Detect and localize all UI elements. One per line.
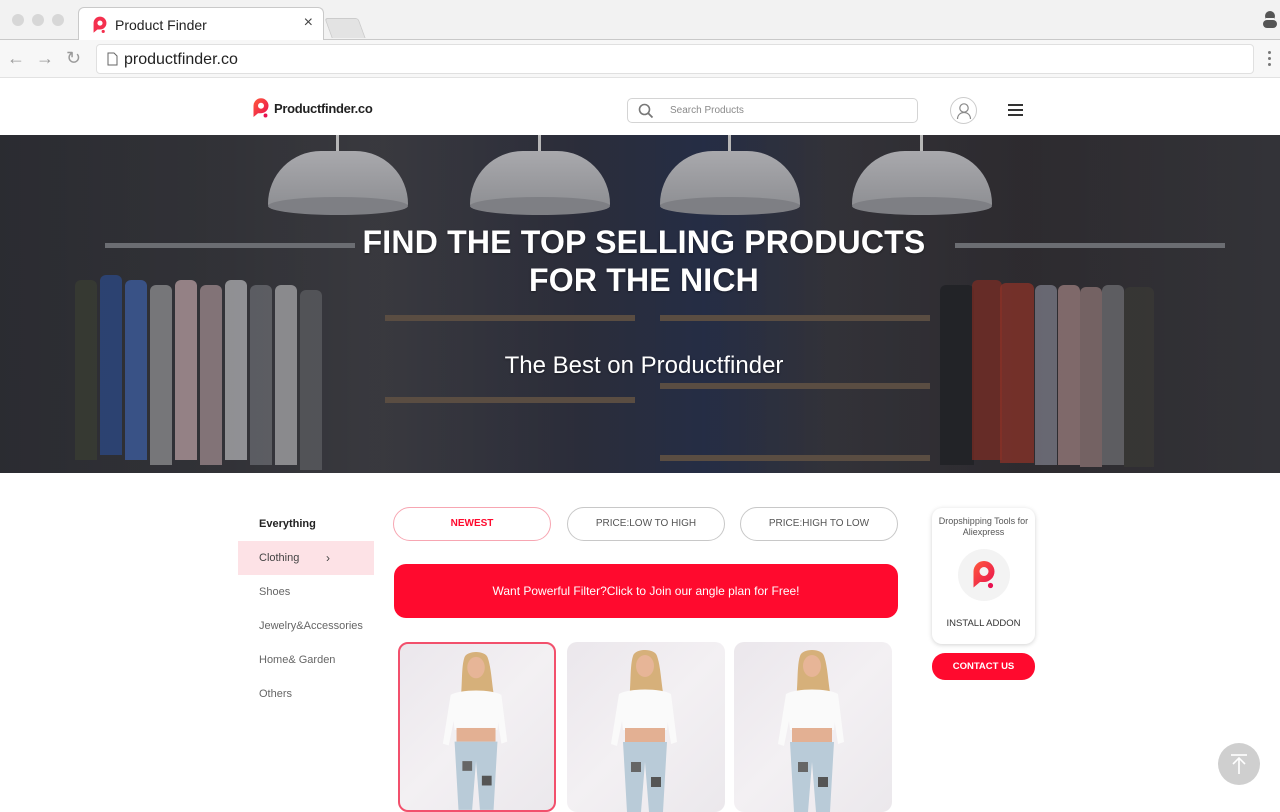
- hero-title-line-1: FIND THE TOP SELLING PRODUCTS: [362, 224, 926, 260]
- category-others[interactable]: Others: [238, 677, 374, 711]
- category-label: Clothing: [259, 552, 300, 564]
- product-image: [442, 651, 508, 810]
- url-text: productfinder.co: [124, 51, 238, 68]
- site-header: Productfinder.co: [0, 78, 1280, 135]
- category-home-garden[interactable]: Home& Garden: [238, 643, 374, 677]
- browser-tab[interactable]: Product Finder ×: [78, 7, 324, 41]
- user-account-button[interactable]: [950, 97, 977, 124]
- window-zoom-button[interactable]: [52, 14, 64, 26]
- category-jewelry-accessories[interactable]: Jewelry&Accessories: [238, 609, 374, 643]
- chevron-right-icon: ›: [326, 551, 330, 565]
- productfinder-logo-icon: [973, 561, 994, 589]
- arrow-up-to-top-icon: [1231, 754, 1247, 774]
- user-icon: [956, 103, 972, 120]
- install-addon-button[interactable]: INSTALL ADDON: [932, 618, 1035, 629]
- hero-title: FIND THE TOP SELLING PRODUCTS FOR THE NI…: [0, 223, 1280, 299]
- hamburger-menu-icon[interactable]: [1008, 104, 1023, 117]
- window-close-button[interactable]: [12, 14, 24, 26]
- shelf-image: [660, 455, 930, 461]
- pendant-lamp-image: [470, 135, 610, 225]
- category-shoes[interactable]: Shoes: [238, 575, 374, 609]
- reload-button[interactable]: ↻: [66, 48, 81, 68]
- tab-close-icon[interactable]: ×: [304, 14, 313, 32]
- logo-text: Productfinder.co: [274, 100, 373, 116]
- hero-subtitle: The Best on Productfinder: [504, 352, 784, 379]
- search-icon[interactable]: [638, 103, 654, 119]
- search-input[interactable]: [670, 99, 910, 122]
- window-minimize-button[interactable]: [32, 14, 44, 26]
- category-everything[interactable]: Everything: [238, 508, 374, 541]
- category-sidebar: Everything Clothing › Shoes Jewelry&Acce…: [238, 508, 374, 711]
- pendant-lamp-image: [852, 135, 992, 225]
- category-clothing[interactable]: Clothing ›: [238, 541, 374, 575]
- address-bar[interactable]: productfinder.co: [96, 44, 1254, 74]
- new-tab-button[interactable]: [324, 18, 366, 38]
- sort-newest-button[interactable]: NEWEST: [393, 507, 551, 541]
- sort-price-low-high-button[interactable]: PRICE:LOW TO HIGH: [567, 507, 725, 541]
- product-image: [611, 650, 677, 812]
- product-image: [778, 650, 844, 812]
- pendant-lamp-image: [660, 135, 800, 225]
- page-icon: [107, 52, 118, 66]
- productfinder-logo-icon: [253, 98, 269, 118]
- addon-promo-card: Dropshipping Tools for Aliexpress INSTAL…: [932, 508, 1035, 644]
- browser-profile-icon[interactable]: [1262, 10, 1278, 28]
- upgrade-promo-banner[interactable]: Want Powerful Filter?Click to Join our a…: [394, 564, 898, 618]
- shelf-image: [660, 315, 930, 321]
- product-card[interactable]: [734, 642, 892, 812]
- product-card[interactable]: [398, 642, 556, 812]
- productfinder-favicon-icon: [93, 16, 107, 34]
- site-logo[interactable]: Productfinder.co: [252, 97, 373, 119]
- contact-us-button[interactable]: CONTACT US: [932, 653, 1035, 680]
- search-box: [627, 98, 918, 123]
- scroll-to-top-button[interactable]: [1218, 743, 1260, 785]
- pendant-lamp-image: [268, 135, 408, 225]
- browser-menu-icon[interactable]: [1268, 51, 1272, 69]
- tab-title: Product Finder: [115, 17, 207, 33]
- addon-title: Dropshipping Tools for Aliexpress: [938, 516, 1029, 537]
- shelf-image: [660, 383, 930, 389]
- addon-logo: [957, 549, 1010, 601]
- shelf-image: [385, 315, 635, 321]
- shelf-image: [385, 397, 635, 403]
- browser-toolbar: ← → ↻ productfinder.co: [0, 40, 1280, 78]
- hero-title-line-2: FOR THE NICH: [529, 262, 759, 298]
- hero-banner: FIND THE TOP SELLING PRODUCTS FOR THE NI…: [0, 135, 1280, 473]
- sort-price-high-low-button[interactable]: PRICE:HIGH TO LOW: [740, 507, 898, 541]
- browser-tab-bar: Product Finder ×: [0, 0, 1280, 41]
- garment-image: [300, 290, 322, 470]
- back-button[interactable]: ←: [7, 48, 25, 68]
- product-card[interactable]: [567, 642, 725, 812]
- forward-button[interactable]: →: [36, 48, 54, 68]
